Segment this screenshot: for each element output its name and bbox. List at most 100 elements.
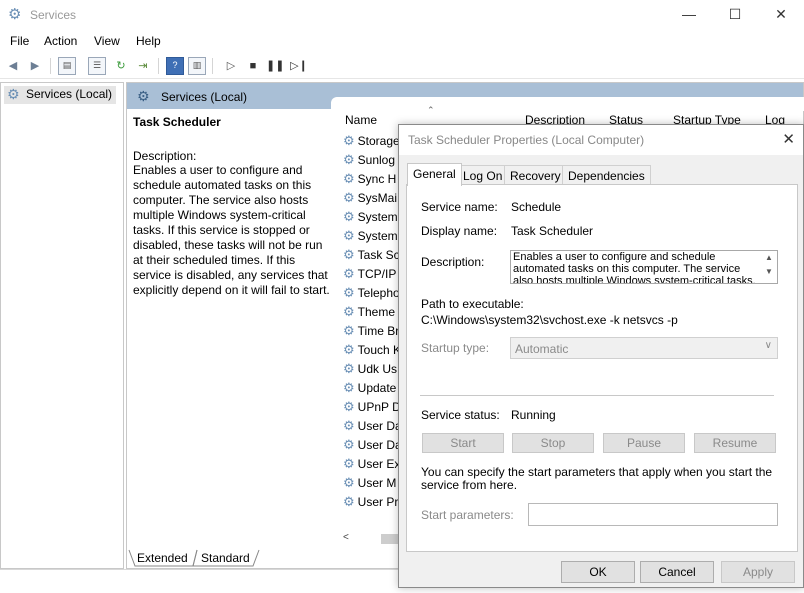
dialog-title-bar: Task Scheduler Properties (Local Compute… [399,125,803,155]
tab-recovery[interactable]: Recovery [504,165,567,185]
service-list-item[interactable]: ⚙ SysMai [343,190,403,209]
minimize-button[interactable]: — [666,0,712,30]
service-list-item-label: SysMai [357,191,397,205]
refresh-icon[interactable]: ↻ [112,57,130,75]
stop-icon[interactable]: ■ [244,57,262,75]
path-value: C:\Windows\system32\svchost.exe -k netsv… [421,313,678,327]
service-gear-icon: ⚙ [343,399,355,414]
service-list-item[interactable]: ⚙ User Ex [343,456,403,475]
service-gear-icon: ⚙ [343,266,355,281]
service-gear-icon: ⚙ [343,456,355,471]
service-list-item-label: Touch K [357,343,402,357]
service-description-text: Enables a user to configure and schedule… [133,163,330,297]
service-list-item-label: User Pr [357,495,399,509]
menu-action[interactable]: Action [44,34,77,48]
service-gear-icon: ⚙ [343,361,355,376]
help-icon[interactable]: ? [166,57,184,75]
horizontal-scrollbar[interactable]: < [341,532,401,546]
forward-arrow-icon[interactable]: ▶ [26,57,44,75]
service-list-item[interactable]: ⚙ User Pr [343,494,403,513]
ok-button[interactable]: OK [561,561,635,583]
service-list-item[interactable]: ⚙ UPnP D [343,399,403,418]
selected-service-name: Task Scheduler [133,115,221,129]
service-list-item-label: Storage [357,134,400,148]
service-gear-icon: ⚙ [343,247,355,262]
toolbar-separator [50,58,51,74]
service-status-value: Running [511,408,556,422]
path-label: Path to executable: [421,297,524,311]
apply-button[interactable]: Apply [721,561,795,583]
service-gear-icon: ⚙ [343,209,355,224]
list-header-background [331,97,804,111]
service-list-item-label: UPnP D [357,400,401,414]
export-list-icon[interactable]: ⇥ [134,57,152,75]
play-icon[interactable]: ▷ [222,57,240,75]
close-button[interactable]: ✕ [758,0,804,30]
search-gear-icon: ⚙ [137,88,150,104]
description-textbox[interactable]: Enables a user to configure and schedule… [510,250,778,284]
service-list-item-label: Sunlog [357,153,396,167]
service-list-item[interactable]: ⚙ Update [343,380,403,399]
start-button[interactable]: Start [422,433,504,453]
column-header-name[interactable]: Name [345,113,377,127]
chevron-down-icon: ∨ [764,340,772,351]
tab-log-on[interactable]: Log On [457,165,509,185]
service-list-item[interactable]: ⚙ Udk Us [343,361,403,380]
service-list-item[interactable]: ⚙ Time Br [343,323,403,342]
service-gear-icon: ⚙ [343,475,355,490]
service-gear-icon: ⚙ [343,171,355,186]
service-list-item[interactable]: ⚙ Touch K [343,342,403,361]
service-list-item[interactable]: ⚙ Sunlog [343,152,403,171]
stop-button[interactable]: Stop [512,433,594,453]
service-list-item[interactable]: ⚙ Telepho [343,285,403,304]
menu-file[interactable]: File [10,34,29,48]
start-params-input[interactable] [528,503,778,526]
scroll-down-icon[interactable]: ▼ [761,265,777,279]
pause-button[interactable]: Pause [603,433,685,453]
service-list-item[interactable]: ⚙ Sync H [343,171,403,190]
tab-dependencies[interactable]: Dependencies [562,165,651,185]
menu-help[interactable]: Help [136,34,161,48]
scroll-up-icon[interactable]: ▲ [761,251,777,265]
description-scrollbar[interactable]: ▲ ▼ [761,251,777,283]
service-list-item[interactable]: ⚙ Theme [343,304,403,323]
service-list-item[interactable]: ⚙ Task Sc [343,247,403,266]
service-list-item[interactable]: ⚙ TCP/IP [343,266,403,285]
dialog-close-icon[interactable]: ✕ [782,130,795,148]
maximize-button[interactable]: ☐ [712,0,758,30]
service-gear-icon: ⚙ [343,285,355,300]
tab-general[interactable]: General [407,163,462,186]
scroll-left-icon[interactable]: < [343,532,349,543]
service-list-item-label: Udk Us [357,362,397,376]
tab-extended[interactable]: Extended [133,551,192,565]
service-list-item[interactable]: ⚙ User Da [343,418,403,437]
show-hide-action-pane-icon[interactable]: ▥ [188,57,206,75]
toolbar-separator [158,58,159,74]
display-name-label: Display name: [421,224,498,238]
cancel-button[interactable]: Cancel [640,561,714,583]
pause-icon[interactable]: ❚❚ [266,57,284,75]
service-list-item[interactable]: ⚙ Storage [343,133,403,152]
resume-button[interactable]: Resume [694,433,776,453]
tab-standard[interactable]: Standard [197,551,254,565]
service-list-item[interactable]: ⚙ User Da [343,437,403,456]
extended-description-area: Task Scheduler Description: Enables a us… [133,115,333,298]
menu-view[interactable]: View [94,34,120,48]
dialog-title: Task Scheduler Properties (Local Compute… [408,133,645,147]
service-gear-icon: ⚙ [343,342,355,357]
startup-type-select[interactable]: Automatic ∨ [510,337,778,359]
back-arrow-icon[interactable]: ◀ [4,57,22,75]
properties-icon[interactable]: ☰ [88,57,106,75]
tree-node-services-local[interactable]: ⚙ Services (Local) [4,86,117,104]
show-hide-tree-icon[interactable]: ▤ [58,57,76,75]
view-tabs: Extended Standard [127,549,327,567]
service-list-item[interactable]: ⚙ User M [343,475,403,494]
service-gear-icon: ⚙ [343,304,355,319]
service-list-item[interactable]: ⚙ System [343,209,403,228]
restart-icon[interactable]: ▷❙ [290,57,308,75]
menu-bar: File Action View Help [0,30,804,52]
service-gear-icon: ⚙ [343,228,355,243]
service-list-item[interactable]: ⚙ System [343,228,403,247]
description-text: Enables a user to configure and schedule… [513,251,756,284]
sort-ascending-icon: ⌃ [427,105,435,115]
